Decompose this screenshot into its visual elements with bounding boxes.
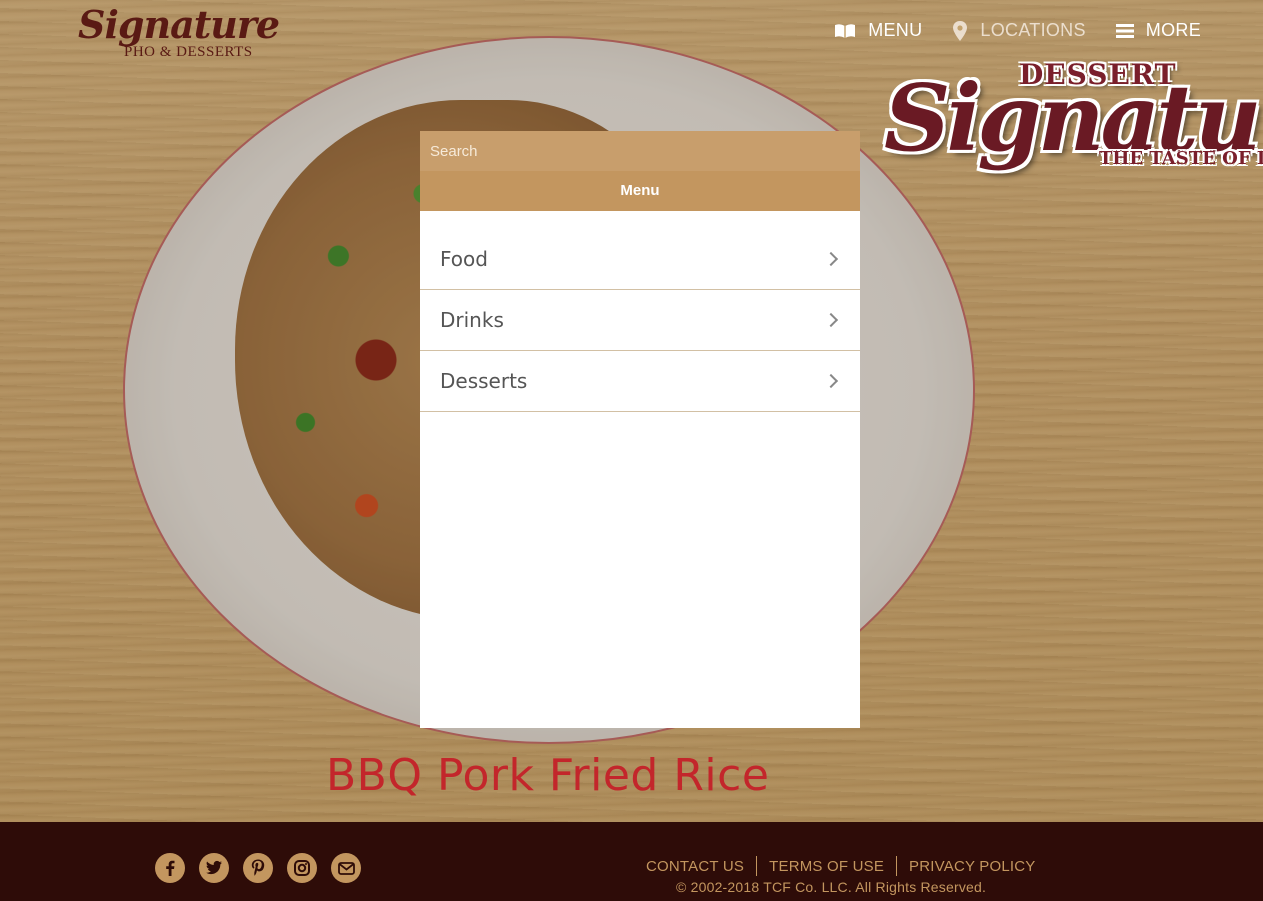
menu-item-label: Drinks [440, 308, 504, 332]
top-navigation: MENU LOCATIONS MORE [834, 20, 1201, 41]
panel-title: Menu [420, 171, 860, 211]
menu-item-label: Food [440, 247, 488, 271]
badge-tagline: THE TASTE OF LU [1099, 148, 1263, 169]
nav-menu-label: MENU [868, 20, 923, 40]
footer-links: CONTACT US TERMS OF USE PRIVACY POLICY [646, 856, 1036, 876]
twitter-icon[interactable] [199, 853, 229, 883]
facebook-icon[interactable] [155, 853, 185, 883]
dish-title: BBQ Pork Fried Rice [326, 750, 770, 801]
nav-locations-label: LOCATIONS [980, 20, 1086, 40]
site-footer: CONTACT US TERMS OF USE PRIVACY POLICY ©… [0, 822, 1263, 901]
nav-more-label: MORE [1145, 20, 1201, 40]
nav-menu[interactable]: MENU [834, 20, 922, 41]
menu-item-food[interactable]: Food [420, 229, 860, 290]
menu-item-drinks[interactable]: Drinks [420, 290, 860, 351]
hamburger-icon [1115, 23, 1134, 39]
contact-us-link[interactable]: CONTACT US [646, 858, 744, 875]
link-divider [896, 856, 898, 876]
book-icon [834, 23, 856, 39]
nav-more[interactable]: MORE [1115, 20, 1201, 41]
privacy-policy-link[interactable]: PRIVACY POLICY [909, 858, 1035, 875]
menu-category-list: Food Drinks Desserts [420, 211, 860, 412]
search-input[interactable] [430, 142, 860, 160]
copyright-text: © 2002-2018 TCF Co. LLC. All Rights Rese… [676, 879, 987, 895]
chevron-right-icon [823, 312, 839, 328]
menu-panel: Menu Food Drinks Desserts [420, 131, 860, 728]
chevron-right-icon [823, 251, 839, 267]
nav-locations[interactable]: LOCATIONS [952, 20, 1085, 41]
logo-script: Signature [78, 2, 280, 47]
dessert-badge-logo: DESSERT Signatu THE TASTE OF LU [884, 40, 1263, 200]
social-links [155, 853, 361, 883]
menu-item-desserts[interactable]: Desserts [420, 351, 860, 412]
map-pin-icon [952, 20, 968, 41]
site-logo[interactable]: Signature PHO & DESSERTS [78, 2, 280, 64]
logo-subtitle: PHO & DESSERTS [124, 44, 253, 60]
menu-item-label: Desserts [440, 369, 528, 393]
instagram-icon[interactable] [287, 853, 317, 883]
email-icon[interactable] [331, 853, 361, 883]
search-bar [420, 131, 860, 171]
terms-of-use-link[interactable]: TERMS OF USE [769, 858, 884, 875]
link-divider [756, 856, 758, 876]
hero-background: Signature PHO & DESSERTS DESSERT Signatu… [0, 0, 1263, 822]
chevron-right-icon [823, 373, 839, 389]
pinterest-icon[interactable] [243, 853, 273, 883]
